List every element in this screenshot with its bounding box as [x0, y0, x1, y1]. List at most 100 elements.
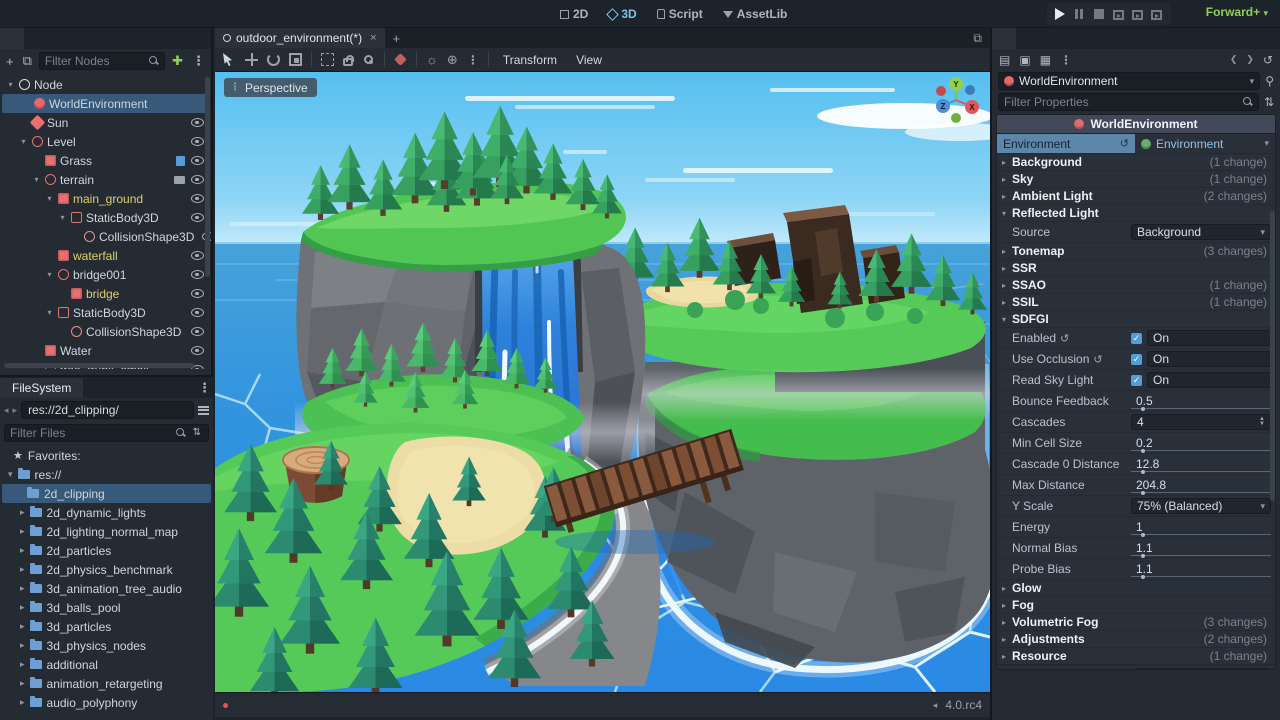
- file-row[interactable]: ▸ ★ 2d_dynamic_lights: [0, 503, 213, 522]
- visibility-eye-icon[interactable]: [191, 251, 204, 260]
- viewport-3d[interactable]: ⋮ Perspective: [215, 72, 990, 692]
- property-row[interactable]: ▸ Resource ↺ (1 change) ✓ ▲▼ ▾: [997, 648, 1275, 665]
- value-field[interactable]: 0.5 ▲▼ ▾: [1131, 393, 1271, 409]
- file-row[interactable]: ▸ ★ 2d_physics_benchmark: [0, 560, 213, 579]
- expand-arrow-icon[interactable]: ▾: [32, 175, 41, 184]
- back-arrow-icon[interactable]: ◂: [4, 405, 9, 416]
- property-row[interactable]: Y Scale ↺ ✓ 75% (Balanced) ▲▼ ▾: [997, 496, 1275, 517]
- save-resource-icon[interactable]: ▦: [1040, 53, 1051, 67]
- property-row[interactable]: Energy ↺ ✓ 1 ▲▼ ▾: [997, 517, 1275, 538]
- property-row[interactable]: Enabled ↺ ✓ On ▲▼ ▾: [997, 328, 1275, 349]
- environment-resource-row[interactable]: Environment ↺ Environment ▾: [997, 134, 1275, 154]
- filesystem-options-button[interactable]: ⋮: [196, 380, 213, 396]
- property-options-icon[interactable]: ⇅: [1264, 95, 1274, 109]
- load-resource-icon[interactable]: ▣: [1019, 53, 1030, 67]
- checkbox-icon[interactable]: ✓: [1131, 333, 1142, 344]
- value-field[interactable]: On ▲▼ ▾: [1147, 372, 1271, 388]
- scene-tree-row[interactable]: CollisionShape3D: [0, 227, 211, 246]
- expand-arrow-icon[interactable]: ▸: [1002, 618, 1012, 627]
- expand-arrow-icon[interactable]: ▾: [45, 308, 54, 317]
- expand-arrow-icon[interactable]: ▸: [1002, 192, 1012, 201]
- filter-nodes-input[interactable]: Filter Nodes: [39, 52, 165, 70]
- property-row[interactable]: ▸ Tonemap ↺ (3 changes) ✓ ▲▼ ▾: [997, 243, 1275, 260]
- expand-arrow-icon[interactable]: ▸: [1002, 652, 1012, 661]
- transform-menu[interactable]: Transform: [498, 53, 562, 67]
- expand-arrow-icon[interactable]: ▸: [20, 602, 25, 613]
- visibility-eye-icon[interactable]: [191, 289, 204, 298]
- file-row[interactable]: ▸ ★ additional: [0, 655, 213, 674]
- property-row[interactable]: Source ↺ ✓ Background ▲▼ ▾: [997, 222, 1275, 243]
- filter-properties-input[interactable]: Filter Properties: [998, 93, 1259, 111]
- file-row[interactable]: ▸ ★ audio_polyphony: [0, 693, 213, 712]
- scene-tree-scrollbar[interactable]: [205, 77, 210, 277]
- property-row[interactable]: ▸ SSR ↺ ✓ ▲▼ ▾: [997, 260, 1275, 277]
- scale-tool-icon[interactable]: [289, 53, 302, 66]
- play-button[interactable]: [1055, 8, 1065, 20]
- menu-item[interactable]: [50, 10, 68, 18]
- dock-tab[interactable]: [24, 28, 48, 49]
- property-row[interactable]: ▸ Adjustments ↺ (2 changes) ✓ ▲▼ ▾: [997, 631, 1275, 648]
- expand-arrow-icon[interactable]: ▾: [45, 270, 54, 279]
- history-back-icon[interactable]: ❮: [1230, 54, 1238, 65]
- visibility-eye-icon[interactable]: [191, 156, 204, 165]
- property-row[interactable]: Normal Bias ↺ ✓ 1.1 ▲▼ ▾: [997, 538, 1275, 559]
- navigation-gizmo[interactable]: Y X Z: [928, 76, 984, 128]
- checkbox-icon[interactable]: ✓: [1131, 375, 1142, 386]
- property-row[interactable]: Bounce Feedback ↺ ✓ 0.5 ▲▼ ▾: [997, 391, 1275, 412]
- value-field[interactable]: On ▲▼ ▾: [1147, 351, 1271, 367]
- file-row[interactable]: ▸ ★ 3d_animation_tree_audio: [0, 579, 213, 598]
- expand-arrow-icon[interactable]: ▸: [1002, 584, 1012, 593]
- stepper-arrows-icon[interactable]: ▲▼: [1259, 417, 1265, 427]
- history-forward-icon[interactable]: ❯: [1246, 54, 1254, 65]
- add-node-button[interactable]: +: [4, 54, 16, 69]
- scene-tree-row[interactable]: CollisionShape3D: [0, 322, 211, 341]
- dock-tab[interactable]: [992, 28, 1016, 49]
- bottom-tab[interactable]: [278, 702, 294, 708]
- property-row[interactable]: ▸ Ambient Light ↺ (2 changes) ✓ ▲▼ ▾: [997, 188, 1275, 205]
- file-row[interactable]: ▸ ★ animation_retargeting: [0, 674, 213, 693]
- property-row[interactable]: ▸ Glow ↺ ✓ ▲▼ ▾: [997, 580, 1275, 597]
- expand-arrow-icon[interactable]: ▸: [20, 659, 25, 670]
- object-history-icon[interactable]: ↺: [1263, 53, 1273, 67]
- expand-arrow-icon[interactable]: ▸: [20, 640, 25, 651]
- property-row[interactable]: ▸ Volumetric Fog ↺ (3 changes) ✓ ▲▼ ▾: [997, 614, 1275, 631]
- property-row[interactable]: ▾ Reflected Light ↺ ✓ ▲▼ ▾: [997, 205, 1275, 222]
- property-row[interactable]: ▸ Fog ↺ ✓ ▲▼ ▾: [997, 597, 1275, 614]
- visibility-eye-icon[interactable]: [191, 346, 204, 355]
- expand-arrow-icon[interactable]: ▸: [1002, 247, 1012, 256]
- play-custom-scene-button[interactable]: [1132, 10, 1143, 20]
- revert-icon[interactable]: ↺: [1120, 137, 1129, 150]
- property-row[interactable]: Min Cell Size ↺ ✓ 0.2 ▲▼ ▾: [997, 433, 1275, 454]
- revert-icon[interactable]: ↺: [1060, 332, 1069, 345]
- instance-scene-button[interactable]: ⧉: [21, 53, 34, 69]
- scene-tree-row[interactable]: Sun: [0, 113, 211, 132]
- expand-arrow-icon[interactable]: ▸: [1002, 175, 1012, 184]
- file-row[interactable]: ▸ ★ 3d_physics_nodes: [0, 636, 213, 655]
- value-field[interactable]: On ▲▼ ▾: [1147, 330, 1271, 346]
- checkbox-icon[interactable]: ✓: [1131, 354, 1142, 365]
- rotate-tool-icon[interactable]: [267, 53, 280, 66]
- property-row[interactable]: Read Sky Light ↺ ✓ On ▲▼ ▾: [997, 370, 1275, 391]
- object-selector[interactable]: WorldEnvironment ▾: [998, 72, 1260, 90]
- inspector-scrollbar[interactable]: [1270, 211, 1275, 501]
- select-tool-icon[interactable]: [223, 53, 236, 66]
- expand-arrow-icon[interactable]: ▾: [8, 469, 13, 480]
- toggle-split-mode-icon[interactable]: [198, 406, 209, 415]
- scene-tree-row[interactable]: ▾ StaticBody3D: [0, 208, 211, 227]
- bottom-tab[interactable]: [262, 702, 278, 708]
- lock-icon[interactable]: [343, 58, 353, 66]
- property-row[interactable]: Cascade 0 Distance ↺ ✓ 12.8 ▲▼ ▾: [997, 454, 1275, 475]
- file-row[interactable]: ▾ ★ res://: [0, 465, 213, 484]
- property-row[interactable]: Use Occlusion ↺ ✓ On ▲▼ ▾: [997, 349, 1275, 370]
- bottom-tab[interactable]: [246, 702, 262, 708]
- scene-tree-row[interactable]: ▾ StaticBody3D: [0, 303, 211, 322]
- forward-arrow-icon[interactable]: ▸: [13, 405, 18, 416]
- view-menu[interactable]: View: [571, 53, 607, 67]
- expand-arrow-icon[interactable]: ▸: [1002, 264, 1012, 273]
- resource-options-icon[interactable]: ⋮: [1060, 53, 1072, 67]
- property-row[interactable]: ▸ Background ↺ (1 change) ✓ ▲▼ ▾: [997, 154, 1275, 171]
- bottom-tab[interactable]: [230, 702, 246, 708]
- revert-icon[interactable]: ↺: [1093, 353, 1102, 366]
- dock-tab[interactable]: [1016, 28, 1040, 49]
- viewport-options-icon[interactable]: ⋮: [467, 53, 479, 67]
